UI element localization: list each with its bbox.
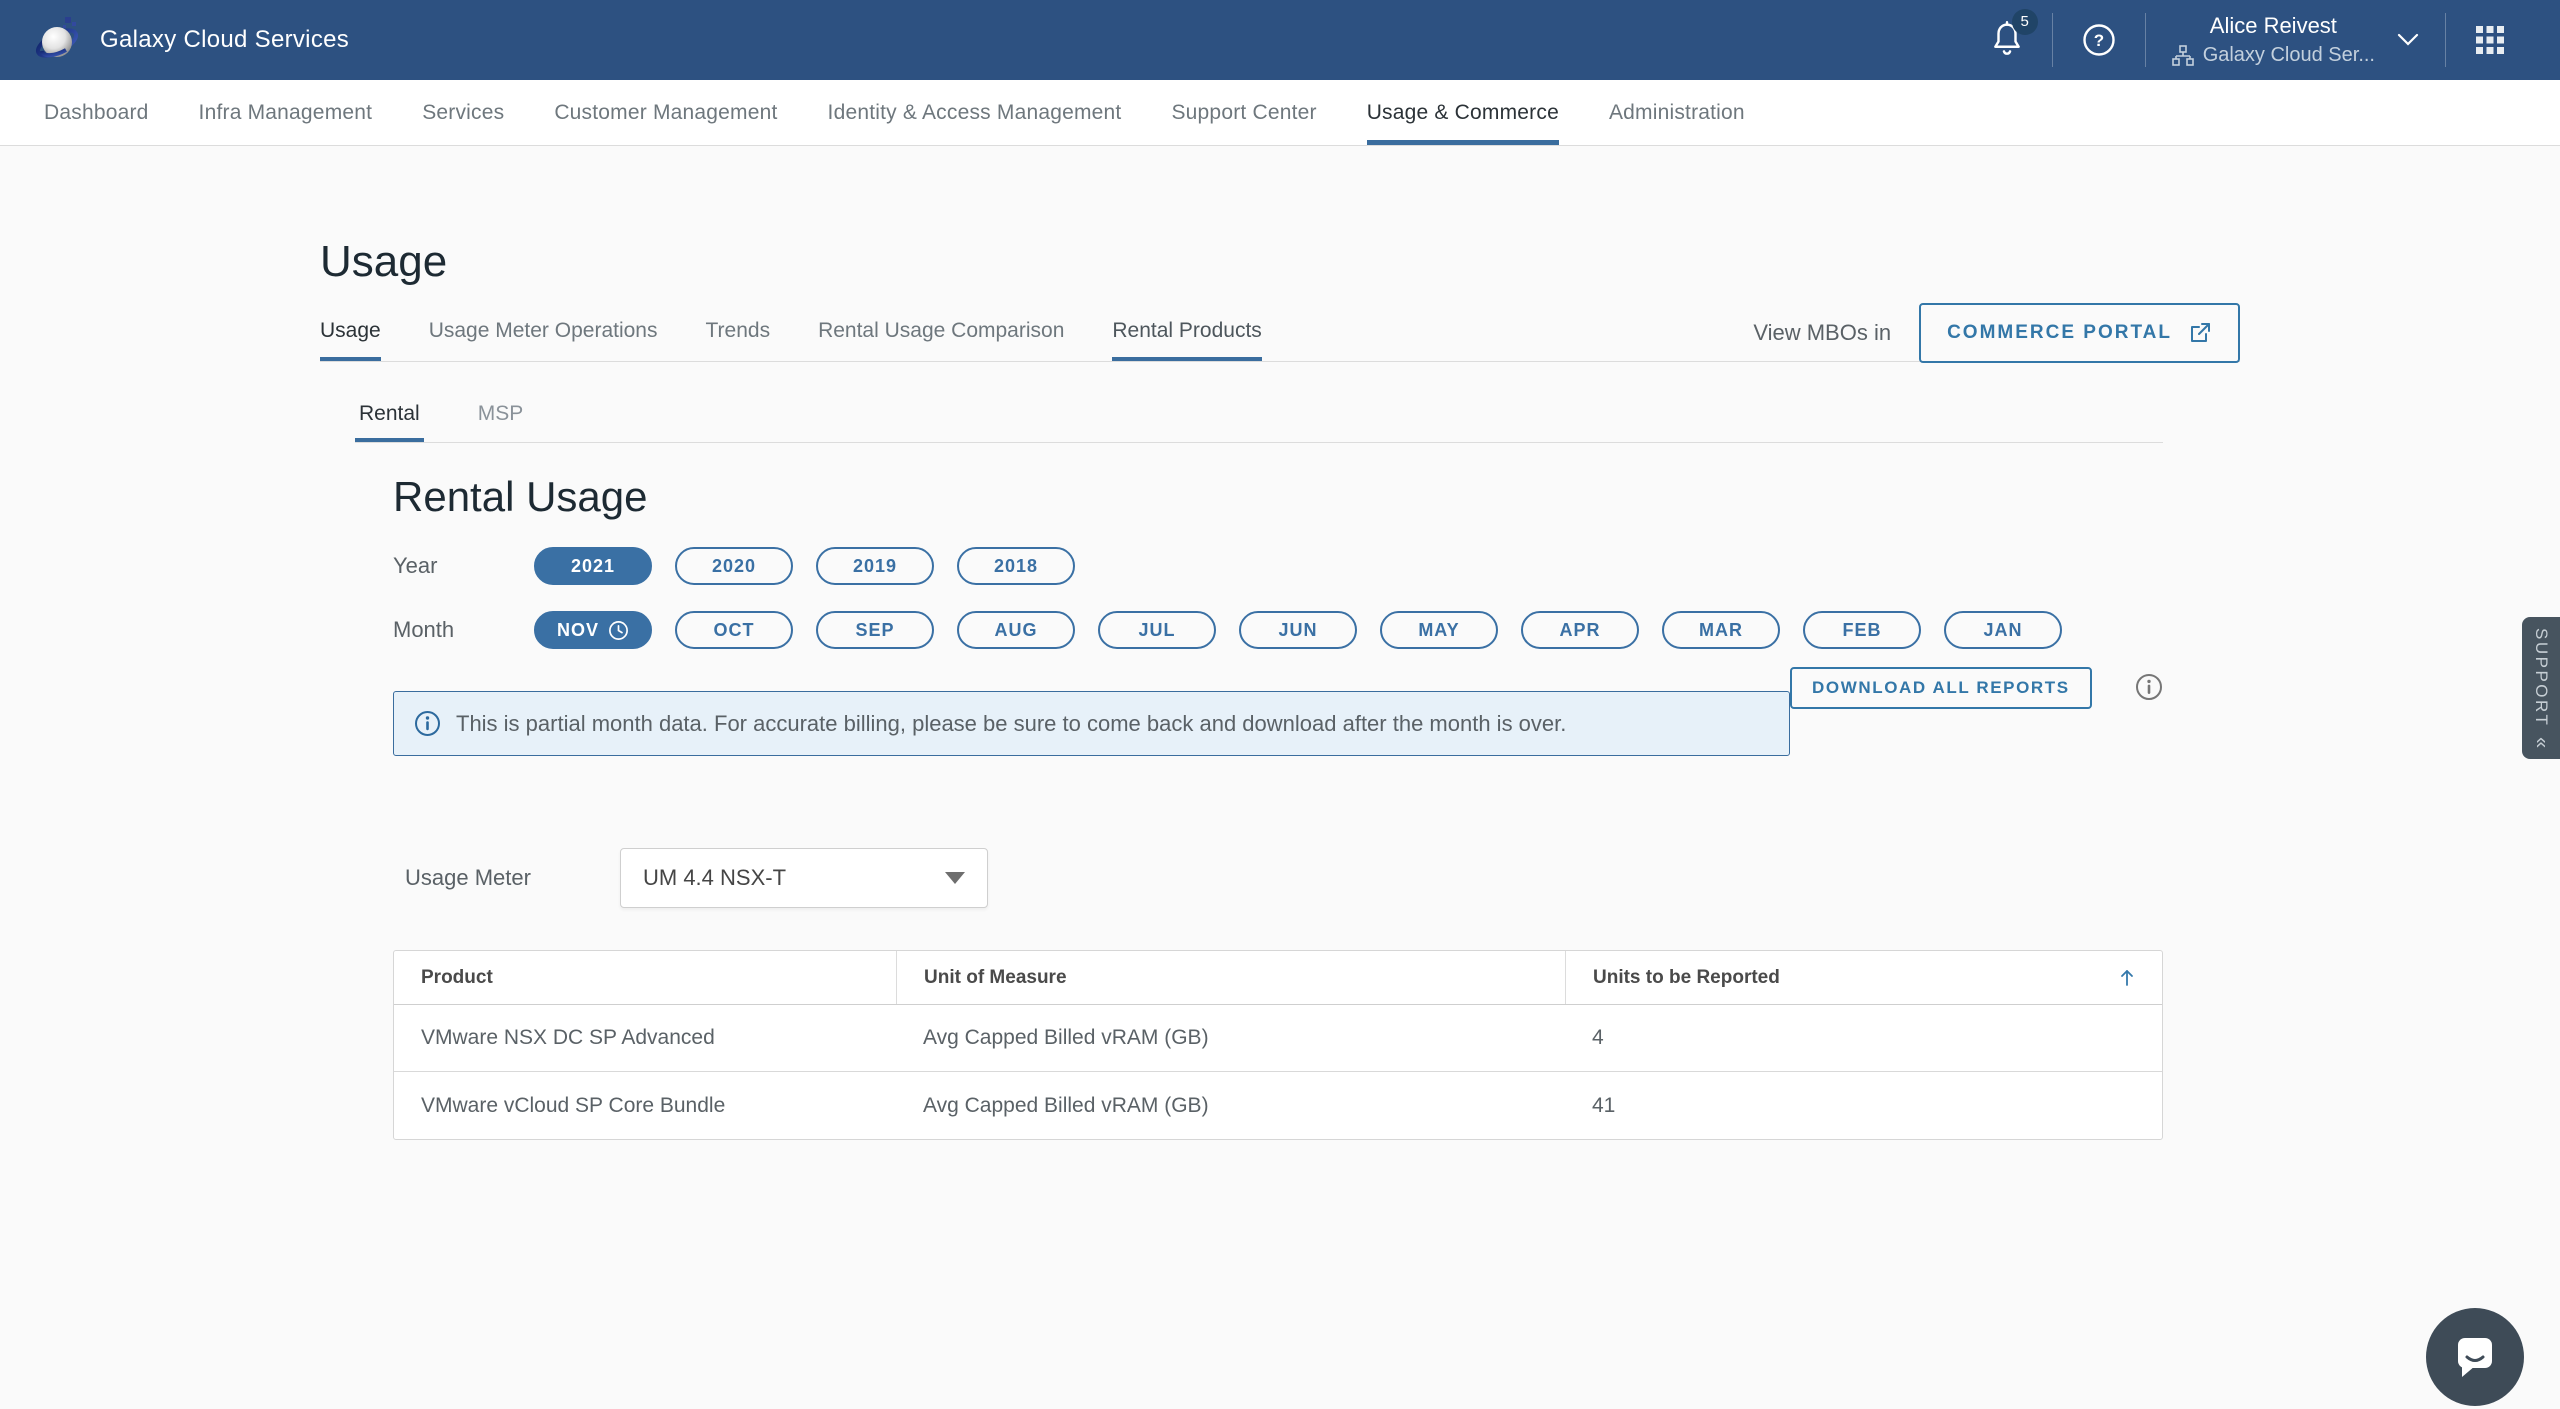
tab-msp[interactable]: MSP xyxy=(474,402,528,442)
subtab-usage-meter-operations[interactable]: Usage Meter Operations xyxy=(429,319,658,361)
nav-tab-usage-commerce[interactable]: Usage & Commerce xyxy=(1367,80,1559,145)
help-icon: ? xyxy=(2081,22,2117,58)
month-chip-nov[interactable]: NOV xyxy=(534,611,652,649)
month-chip-oct[interactable]: OCT xyxy=(675,611,793,649)
month-chip-jun[interactable]: JUN xyxy=(1239,611,1357,649)
nav-tab-support-center[interactable]: Support Center xyxy=(1171,80,1316,145)
subtab-rental-usage-comparison[interactable]: Rental Usage Comparison xyxy=(818,319,1064,361)
month-chip-mar[interactable]: MAR xyxy=(1662,611,1780,649)
nav-tab-administration[interactable]: Administration xyxy=(1609,80,1745,145)
main-nav: Dashboard Infra Management Services Cust… xyxy=(0,80,2560,146)
user-name: Alice Reivest xyxy=(2210,13,2337,39)
year-filter-row: Year 2021 2020 2019 2018 xyxy=(393,547,2560,585)
support-tab[interactable]: SUPPORT « xyxy=(2522,617,2560,759)
view-mbos-area: View MBOs in COMMERCE PORTAL xyxy=(1753,303,2240,363)
month-chip-jan[interactable]: JAN xyxy=(1944,611,2062,649)
month-chip-feb[interactable]: FEB xyxy=(1803,611,1921,649)
download-all-reports-button[interactable]: DOWNLOAD ALL REPORTS xyxy=(1790,667,2092,709)
month-chip-sep[interactable]: SEP xyxy=(816,611,934,649)
month-filter-row: Month NOV OCT SEP AUG JUL JUN MAY APR MA… xyxy=(393,611,2560,649)
rental-usage-table: Product Unit of Measure Units to be Repo… xyxy=(393,950,2163,1140)
app-header: Galaxy Cloud Services 5 ? xyxy=(0,0,2560,80)
info-icon xyxy=(414,710,441,737)
usage-meter-row: Usage Meter UM 4.4 NSX-T xyxy=(405,848,2560,908)
table-header: Product Unit of Measure Units to be Repo… xyxy=(394,951,2162,1005)
commerce-portal-label: COMMERCE PORTAL xyxy=(1947,322,2172,344)
nav-tab-services[interactable]: Services xyxy=(422,80,504,145)
header-actions: 5 ? Alice Reivest xyxy=(1962,13,2534,67)
year-chip-2020[interactable]: 2020 xyxy=(675,547,793,585)
external-link-icon xyxy=(2188,321,2212,345)
brand-title: Galaxy Cloud Services xyxy=(100,26,349,54)
year-chip-2019[interactable]: 2019 xyxy=(816,547,934,585)
collapse-chevrons-icon: « xyxy=(2530,737,2553,748)
grid-apps-icon xyxy=(2474,24,2506,56)
month-chip-may[interactable]: MAY xyxy=(1380,611,1498,649)
column-header-product[interactable]: Product xyxy=(394,951,896,1004)
app-switcher-button[interactable] xyxy=(2446,24,2534,56)
column-header-unit-of-measure[interactable]: Unit of Measure xyxy=(896,951,1565,1004)
usage-meter-value: UM 4.4 NSX-T xyxy=(643,865,786,891)
cell-units-to-be-reported: 41 xyxy=(1565,1094,2162,1118)
month-chips: NOV OCT SEP AUG JUL JUN MAY APR MAR FEB … xyxy=(534,611,2062,649)
cell-units-to-be-reported: 4 xyxy=(1565,1026,2162,1050)
month-chip-jul[interactable]: JUL xyxy=(1098,611,1216,649)
cell-product: VMware vCloud SP Core Bundle xyxy=(394,1094,896,1118)
bell-icon: 5 xyxy=(1990,19,2024,62)
table-row[interactable]: VMware NSX DC SP Advanced Avg Capped Bil… xyxy=(394,1005,2162,1072)
brand-logo-icon xyxy=(34,14,84,66)
cell-unit-of-measure: Avg Capped Billed vRAM (GB) xyxy=(896,1094,1565,1118)
notification-count-badge: 5 xyxy=(2012,9,2038,35)
user-org-name: Galaxy Cloud Ser... xyxy=(2203,44,2375,67)
support-tab-label: SUPPORT xyxy=(2531,628,2551,727)
org-hierarchy-icon xyxy=(2172,45,2194,67)
dropdown-caret-icon xyxy=(945,872,965,884)
rental-msp-tabs: Rental MSP xyxy=(355,402,2163,443)
chat-widget-button[interactable] xyxy=(2426,1308,2524,1406)
month-chip-apr[interactable]: APR xyxy=(1521,611,1639,649)
banner-text: This is partial month data. For accurate… xyxy=(456,711,1566,737)
month-chip-nov-label: NOV xyxy=(557,620,599,641)
download-info-icon[interactable] xyxy=(2135,673,2163,701)
usage-meter-label: Usage Meter xyxy=(405,865,620,891)
usage-meter-select[interactable]: UM 4.4 NSX-T xyxy=(620,848,988,908)
commerce-portal-button[interactable]: COMMERCE PORTAL xyxy=(1919,303,2240,363)
help-button[interactable]: ? xyxy=(2053,22,2145,58)
section-title: Rental Usage xyxy=(393,473,2560,521)
year-chip-2021[interactable]: 2021 xyxy=(534,547,652,585)
subtab-trends[interactable]: Trends xyxy=(705,319,770,361)
subtab-usage[interactable]: Usage xyxy=(320,319,381,361)
subtab-rental-products[interactable]: Rental Products xyxy=(1112,319,1261,361)
year-label: Year xyxy=(393,553,534,579)
nav-tab-customer-management[interactable]: Customer Management xyxy=(554,80,777,145)
page-content: Usage Usage Usage Meter Operations Trend… xyxy=(0,237,2560,1140)
partial-month-banner: This is partial month data. For accurate… xyxy=(393,691,1790,756)
year-chips: 2021 2020 2019 2018 xyxy=(534,547,1075,585)
clock-icon xyxy=(608,620,629,641)
cell-unit-of-measure: Avg Capped Billed vRAM (GB) xyxy=(896,1026,1565,1050)
chevron-down-icon xyxy=(2397,33,2419,47)
sort-ascending-icon xyxy=(2118,968,2136,988)
month-chip-aug[interactable]: AUG xyxy=(957,611,1075,649)
nav-tab-identity-access-management[interactable]: Identity & Access Management xyxy=(828,80,1122,145)
page-title: Usage xyxy=(320,237,2560,287)
notifications-button[interactable]: 5 xyxy=(1962,19,2052,62)
month-label: Month xyxy=(393,617,534,643)
nav-tab-infra-management[interactable]: Infra Management xyxy=(199,80,373,145)
view-mbos-label: View MBOs in xyxy=(1753,320,1891,346)
banner-section: This is partial month data. For accurate… xyxy=(393,691,2163,756)
column-header-units-label: Units to be Reported xyxy=(1593,967,1780,989)
brand[interactable]: Galaxy Cloud Services xyxy=(34,14,349,66)
chat-bubble-icon xyxy=(2447,1329,2503,1385)
user-info: Alice Reivest Galaxy Cloud Ser... xyxy=(2172,13,2375,67)
nav-tab-dashboard[interactable]: Dashboard xyxy=(44,80,149,145)
table-row[interactable]: VMware vCloud SP Core Bundle Avg Capped … xyxy=(394,1072,2162,1139)
column-header-units-to-be-reported[interactable]: Units to be Reported xyxy=(1565,951,2162,1004)
user-menu[interactable]: Alice Reivest Galaxy Cloud Ser... xyxy=(2146,13,2445,67)
year-chip-2018[interactable]: 2018 xyxy=(957,547,1075,585)
svg-text:?: ? xyxy=(2093,31,2103,50)
usage-subtabs: Usage Usage Meter Operations Trends Rent… xyxy=(320,319,2240,362)
tab-rental[interactable]: Rental xyxy=(355,402,424,442)
cell-product: VMware NSX DC SP Advanced xyxy=(394,1026,896,1050)
